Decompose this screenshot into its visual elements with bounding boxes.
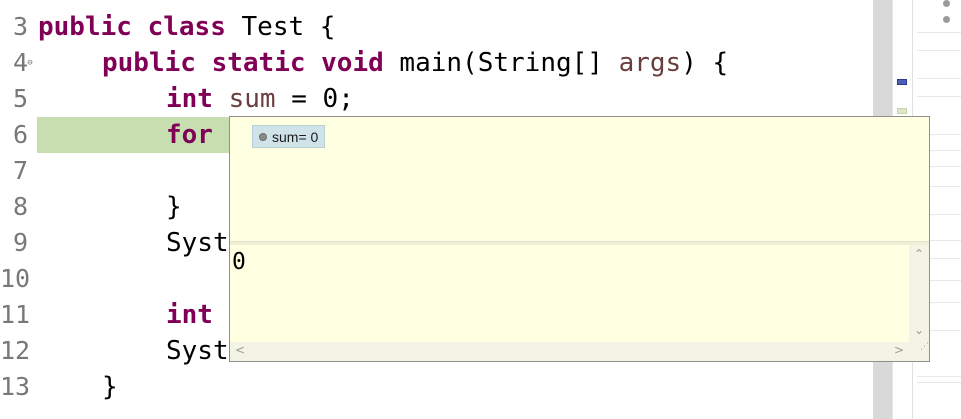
code-line[interactable]: 5 int sum = 0;: [0, 81, 873, 117]
divider: [917, 32, 961, 33]
divider: [917, 376, 961, 377]
code-text: int sum = 0;: [166, 81, 354, 117]
field-icon: [943, 16, 950, 23]
line-number: 8: [12, 192, 28, 221]
keyword-token: static: [211, 48, 306, 78]
code-text: }: [102, 369, 118, 405]
line-number: 11: [0, 300, 31, 329]
keyword-token: for: [166, 120, 213, 150]
detail-pane[interactable]: 0: [230, 245, 909, 342]
detail-horizontal-scrollbar[interactable]: < >: [230, 342, 909, 361]
scroll-down-icon[interactable]: ⌄: [914, 323, 924, 337]
code-line[interactable]: 4 ⊖ public static void main(String[] args)…: [0, 45, 873, 81]
code-token: Syst: [166, 228, 229, 258]
keyword-token: public: [102, 48, 196, 78]
keyword-token: void: [321, 48, 384, 78]
divider: [917, 96, 961, 97]
code-line[interactable]: 3 public class Test {: [0, 9, 873, 45]
keyword-token: public: [38, 12, 132, 42]
line-number: 10: [0, 264, 31, 293]
variable-tree-item[interactable]: sum= 0: [252, 125, 326, 148]
keyword-token: class: [147, 12, 226, 42]
scroll-left-icon[interactable]: <: [235, 343, 245, 357]
keyword-token: int: [166, 84, 213, 114]
code-line[interactable]: 13}: [0, 369, 873, 405]
code-token: = 0;: [275, 84, 354, 114]
overview-ruler-mark[interactable]: [897, 108, 907, 114]
variable-tree[interactable]: sum= 0: [230, 117, 929, 241]
line-number: 5: [12, 84, 28, 113]
code-text: public static void main(String[] args) {: [102, 45, 728, 81]
code-token: main(String[]: [383, 48, 619, 78]
code-text: }: [166, 189, 182, 225]
code-token: Test {: [225, 12, 336, 42]
scroll-up-icon[interactable]: ⌃: [914, 247, 924, 261]
detail-value: 0: [232, 249, 246, 275]
field-icon: [943, 0, 950, 7]
divider: [917, 50, 961, 51]
overview-ruler-mark[interactable]: [897, 79, 907, 85]
detail-vertical-scrollbar[interactable]: ⌃ ⌄: [909, 245, 929, 342]
variable-token: sum: [228, 84, 276, 114]
debug-hover-popup[interactable]: sum= 0 0 ⌃ ⌄ < > ⋰: [229, 116, 930, 362]
divider: [917, 382, 961, 383]
code-text: Syst: [166, 333, 229, 369]
code-text: int: [166, 297, 213, 333]
divider: [917, 78, 961, 79]
code-text: public class Test {: [38, 9, 335, 45]
code-token: }: [166, 192, 182, 222]
resize-grip-icon[interactable]: ⋰: [909, 342, 929, 361]
variable-label: sum= 0: [272, 128, 319, 145]
code-token: }: [102, 372, 118, 402]
line-number: 4: [12, 48, 28, 77]
line-number: 12: [0, 336, 31, 365]
line-number: 7: [12, 156, 28, 185]
variable-token: args: [618, 48, 682, 78]
code-text: Syst: [166, 225, 229, 261]
line-number: 6: [12, 120, 28, 149]
line-number: 13: [0, 372, 31, 401]
collapse-icon[interactable]: ⊖: [25, 58, 35, 68]
code-token: ) {: [681, 48, 729, 78]
keyword-token: int: [166, 300, 213, 330]
line-number: 9: [12, 228, 28, 257]
code-token: Syst: [166, 336, 229, 366]
code-text: for: [166, 117, 213, 153]
field-icon: [259, 132, 267, 141]
line-number: 3: [12, 12, 28, 41]
scroll-right-icon[interactable]: >: [894, 343, 904, 357]
